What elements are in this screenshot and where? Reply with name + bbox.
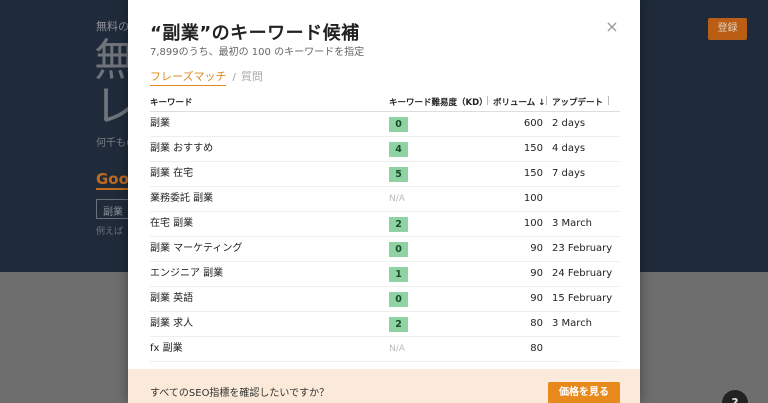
tab-questions[interactable]: 質問 [241, 68, 263, 84]
keyword-cell[interactable]: fx 副業 [150, 337, 183, 361]
updated-cell: 24 February [552, 268, 613, 279]
volume-cell: 80 [530, 318, 543, 329]
kd-cell: 2 [389, 312, 408, 336]
kd-badge: 5 [389, 167, 408, 182]
view-pricing-button[interactable]: 価格を見る [548, 382, 620, 403]
volume-cell: 150 [523, 143, 543, 154]
volume-cell: 600 [523, 118, 543, 129]
upgrade-banner: すべてのSEO指標を確認したいですか？ 価格を見る [128, 369, 640, 403]
table-row: 副業 マーケティング 0 90 23 February [150, 237, 620, 262]
column-header-updated[interactable]: アップデート [552, 96, 603, 108]
kd-badge: 2 [389, 217, 408, 232]
keyword-cell[interactable]: 副業 英語 [150, 287, 193, 311]
updated-cell: 15 February [552, 293, 613, 304]
kd-not-available: N/A [389, 344, 405, 354]
kd-cell: N/A [389, 187, 405, 211]
table-row: fx 副業 N/A 80 [150, 337, 620, 362]
updated-cell: 3 March [552, 218, 593, 229]
keyword-cell[interactable]: 在宅 副業 [150, 212, 193, 236]
keyword-suggestions-modal: “副業”のキーワード候補 7,899のうち、最初の 100 のキーワードを指定 … [128, 0, 640, 403]
updated-cell: 4 days [552, 143, 586, 154]
column-divider [608, 96, 609, 105]
kd-not-available: N/A [389, 194, 405, 204]
table-row: 副業 おすすめ 4 150 4 days [150, 137, 620, 162]
volume-cell: 90 [530, 268, 543, 279]
volume-cell: 90 [530, 293, 543, 304]
updated-cell: 7 days [552, 168, 586, 179]
updated-cell: 2 days [552, 118, 586, 129]
kd-cell: N/A [389, 337, 405, 361]
kd-badge: 4 [389, 142, 408, 157]
table-row: 副業 0 600 2 days [150, 112, 620, 137]
kd-badge: 2 [389, 317, 408, 332]
kd-badge: 0 [389, 242, 408, 257]
table-row: エンジニア 副業 1 90 24 February [150, 262, 620, 287]
keyword-cell[interactable]: 副業 おすすめ [150, 137, 213, 161]
kd-cell: 0 [389, 112, 408, 136]
volume-cell: 90 [530, 243, 543, 254]
register-button[interactable]: 登録 [708, 18, 747, 40]
kd-cell: 2 [389, 212, 408, 236]
kd-badge: 1 [389, 267, 408, 282]
volume-cell: 150 [523, 168, 543, 179]
column-header-kd[interactable]: キーワード難易度（KD） [389, 96, 488, 108]
background-tagline: 無料の [96, 20, 129, 33]
kd-cell: 5 [389, 162, 408, 186]
kd-badge: 0 [389, 292, 408, 307]
keyword-cell[interactable]: 副業 マーケティング [150, 237, 242, 261]
keyword-cell[interactable]: 副業 求人 [150, 312, 193, 336]
volume-cell: 80 [530, 343, 543, 354]
column-divider [487, 96, 488, 105]
kd-cell: 1 [389, 262, 408, 286]
table-row: 副業 求人 2 80 3 March [150, 312, 620, 337]
kd-cell: 0 [389, 287, 408, 311]
keyword-cell[interactable]: 副業 [150, 112, 170, 136]
kd-cell: 0 [389, 237, 408, 261]
keyword-cell[interactable]: 副業 在宅 [150, 162, 193, 186]
tab-separator: / [232, 72, 236, 83]
match-tabs: フレーズマッチ / 質問 [150, 68, 263, 86]
keyword-cell[interactable]: 業務委託 副業 [150, 187, 213, 211]
modal-title: “副業”のキーワード候補 [150, 23, 360, 44]
column-header-keyword: キーワード [150, 98, 193, 108]
modal-subtitle: 7,899のうち、最初の 100 のキーワードを指定 [150, 47, 365, 58]
close-icon[interactable]: × [604, 19, 620, 35]
table-row: 副業 英語 0 90 15 February [150, 287, 620, 312]
table-row: 副業 在宅 5 150 7 days [150, 162, 620, 187]
table-row: 在宅 副業 2 100 3 March [150, 212, 620, 237]
table-header: キーワード キーワード難易度（KD） ボリューム ↓ アップデート [150, 90, 620, 112]
keyword-cell[interactable]: エンジニア 副業 [150, 262, 223, 286]
column-divider [546, 96, 547, 105]
table-body: 副業 0 600 2 days 副業 おすすめ 4 150 4 days 副業 在宅 5 150 7 … [150, 112, 620, 362]
background-example-text: 例えば [96, 227, 124, 237]
updated-cell: 23 February [552, 243, 613, 254]
upgrade-banner-text: すべてのSEO指標を確認したいですか？ [150, 388, 330, 399]
column-header-volume[interactable]: ボリューム ↓ [493, 96, 545, 108]
kd-cell: 4 [389, 137, 408, 161]
tab-phrase-match[interactable]: フレーズマッチ [150, 68, 227, 86]
volume-cell: 100 [523, 218, 543, 229]
keyword-table: キーワード キーワード難易度（KD） ボリューム ↓ アップデート 副業 0 600… [150, 90, 620, 362]
updated-cell: 3 March [552, 318, 593, 329]
table-row: 業務委託 副業 N/A 100 [150, 187, 620, 212]
kd-badge: 0 [389, 117, 408, 132]
volume-cell: 100 [523, 193, 543, 204]
